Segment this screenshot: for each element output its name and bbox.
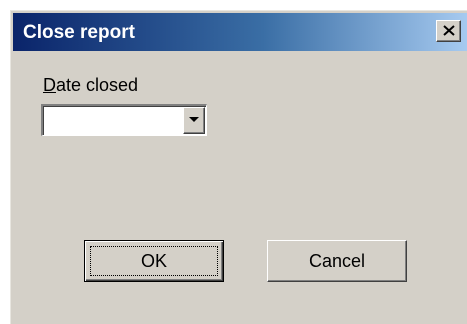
title-bar[interactable]: Close report [13, 13, 467, 51]
date-closed-label-mnemonic: D [43, 75, 56, 95]
close-x-icon [443, 25, 455, 36]
date-closed-dropdown-button[interactable] [183, 107, 205, 134]
close-report-dialog: Close report Date closed OK Cancel [10, 10, 467, 324]
date-closed-combobox[interactable] [41, 104, 207, 136]
cancel-button[interactable]: Cancel [267, 240, 407, 282]
close-button[interactable] [436, 20, 461, 42]
date-closed-label-text: ate closed [56, 75, 139, 95]
window-title: Close report [23, 22, 135, 43]
ok-button[interactable]: OK [84, 240, 224, 282]
date-closed-label: Date closed [43, 75, 138, 96]
ok-button-label: OK [140, 251, 167, 271]
chevron-down-icon [189, 117, 199, 122]
